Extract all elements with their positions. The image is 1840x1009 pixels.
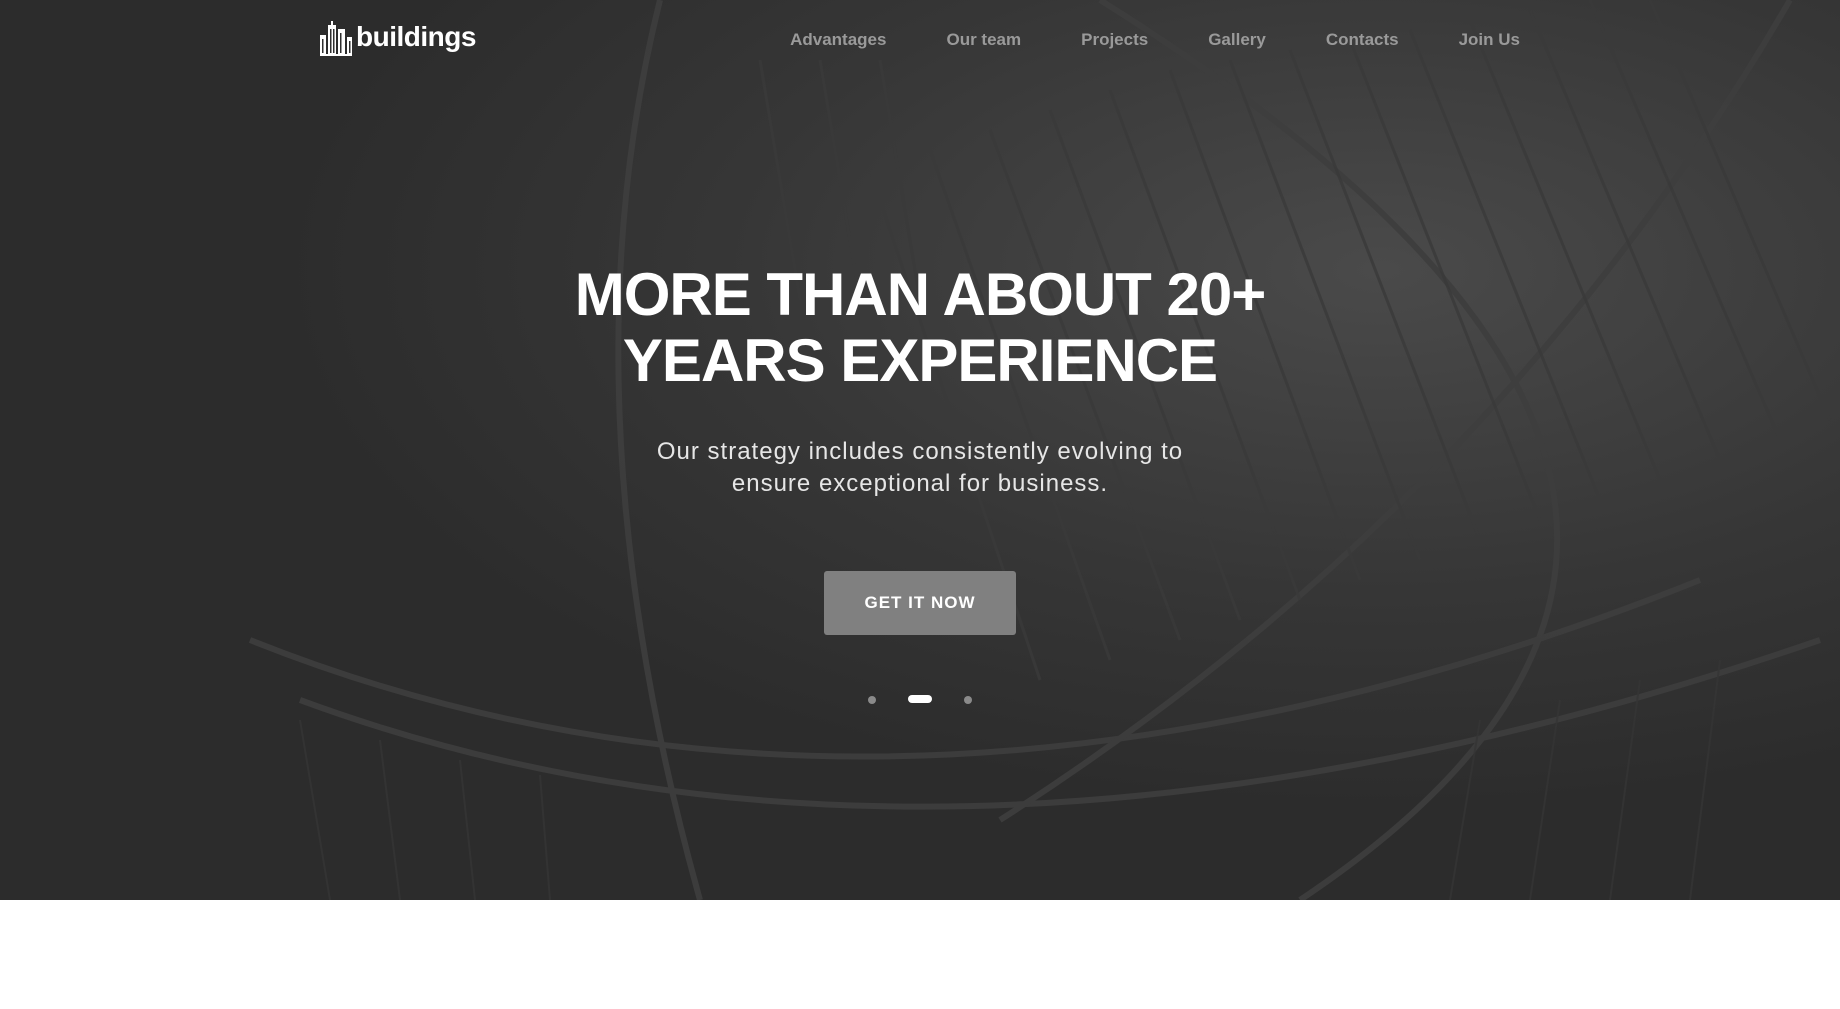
slider-dot-2-active[interactable] [908, 695, 932, 703]
main-nav: Advantages Our team Projects Gallery Con… [790, 28, 1520, 52]
hero-subtitle-line-2: ensure exceptional for business. [731, 470, 1109, 497]
hero-title: MORE THAN ABOUT 20+ YEARS EXPERIENCE [420, 262, 1420, 394]
hero-subtitle-line-1: Our strategy includes consistently evolv… [656, 438, 1184, 465]
nav-item-gallery[interactable]: Gallery [1208, 28, 1266, 52]
logo-text: buildings [356, 21, 476, 52]
content-section [0, 900, 1840, 1009]
hero-title-line-2: YEARS EXPERIENCE [622, 327, 1218, 394]
nav-item-projects[interactable]: Projects [1081, 28, 1148, 52]
site-logo[interactable]: buildings [320, 18, 476, 58]
hero-section: buildings Advantages Our team Projects G… [0, 0, 1840, 900]
top-navbar: buildings Advantages Our team Projects G… [0, 0, 1840, 80]
nav-item-join-us[interactable]: Join Us [1459, 28, 1520, 52]
nav-item-advantages[interactable]: Advantages [790, 28, 886, 52]
hero-title-line-1: MORE THAN ABOUT 20+ [574, 261, 1267, 328]
building-icon [320, 20, 352, 56]
slider-dot-3[interactable] [964, 696, 972, 704]
slider-dot-1[interactable] [868, 696, 876, 704]
get-it-now-button[interactable]: GET IT NOW [824, 571, 1016, 635]
nav-item-our-team[interactable]: Our team [946, 28, 1021, 52]
nav-item-contacts[interactable]: Contacts [1326, 28, 1399, 52]
slider-pagination [860, 694, 980, 704]
hero-subtitle: Our strategy includes consistently evolv… [570, 436, 1270, 500]
